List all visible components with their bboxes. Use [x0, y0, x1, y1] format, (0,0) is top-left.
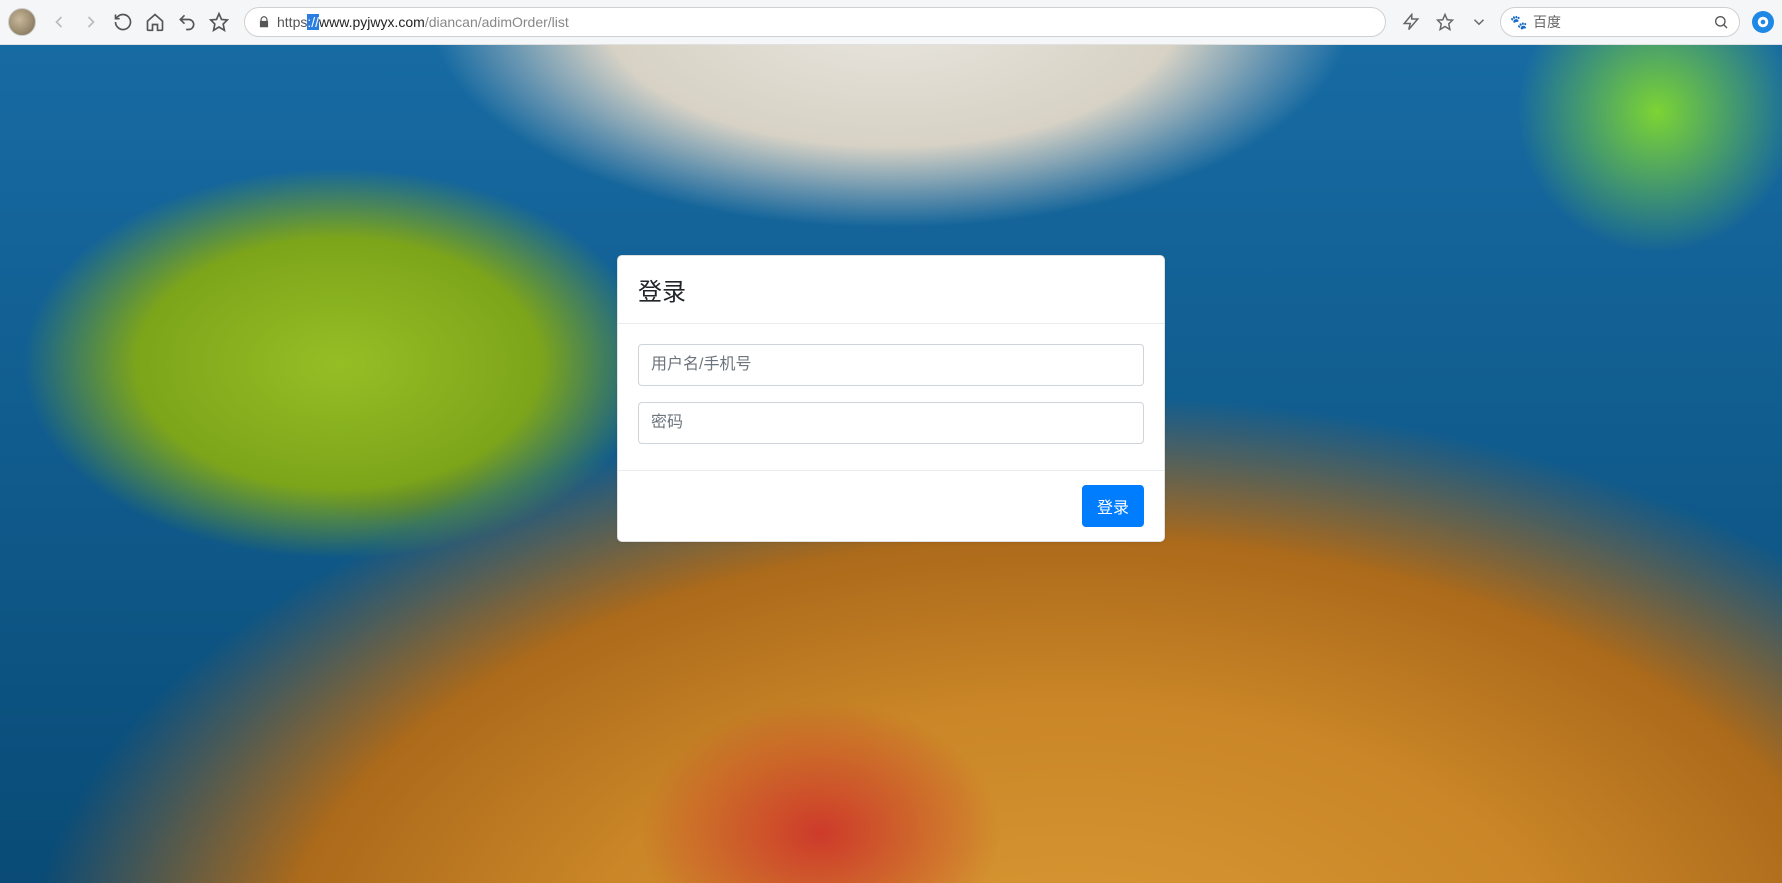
extension-icon: [1756, 15, 1770, 29]
chevron-down-icon: [1470, 13, 1488, 31]
url-host: www.pyjwyx.com: [319, 14, 425, 30]
back-button[interactable]: [48, 11, 70, 33]
browser-toolbar: https://www.pyjwyx.com/diancan/adimOrder…: [0, 0, 1782, 45]
flash-button[interactable]: [1400, 11, 1422, 33]
bookmark-button[interactable]: [208, 11, 230, 33]
profile-avatar[interactable]: [8, 8, 36, 36]
arrow-right-icon: [81, 12, 101, 32]
home-button[interactable]: [144, 11, 166, 33]
url-selection: ://: [307, 14, 319, 30]
username-input[interactable]: [638, 344, 1144, 386]
login-card-body: [618, 324, 1164, 470]
right-icon-group: [1400, 11, 1490, 33]
nav-icon-group: [48, 11, 230, 33]
star-outline-icon: [1436, 13, 1454, 31]
bolt-icon: [1402, 13, 1420, 31]
search-engine-box[interactable]: 🐾 百度: [1500, 7, 1740, 37]
login-title: 登录: [638, 272, 1144, 307]
forward-button[interactable]: [80, 11, 102, 33]
lock-icon: [257, 15, 271, 29]
page-body: 登录 登录: [0, 45, 1782, 883]
star-icon: [209, 12, 229, 32]
address-bar[interactable]: https://www.pyjwyx.com/diancan/adimOrder…: [244, 7, 1386, 37]
search-icon: [1713, 14, 1729, 30]
dropdown-button[interactable]: [1468, 11, 1490, 33]
login-card: 登录 登录: [617, 255, 1165, 542]
url-path: /diancan/adimOrder/list: [425, 14, 569, 30]
favorite-button[interactable]: [1434, 11, 1456, 33]
password-input[interactable]: [638, 402, 1144, 444]
extension-button[interactable]: [1752, 11, 1774, 33]
url-text: https://www.pyjwyx.com/diancan/adimOrder…: [277, 14, 569, 30]
baidu-icon: 🐾: [1511, 14, 1527, 30]
url-scheme: https: [277, 14, 307, 30]
reload-icon: [113, 12, 133, 32]
undo-icon: [177, 12, 197, 32]
login-card-header: 登录: [618, 256, 1164, 324]
login-card-footer: 登录: [618, 470, 1164, 541]
reload-button[interactable]: [112, 11, 134, 33]
arrow-left-icon: [49, 12, 69, 32]
login-submit-button[interactable]: 登录: [1082, 485, 1144, 527]
search-engine-label: 百度: [1533, 12, 1707, 32]
home-icon: [145, 12, 165, 32]
undo-button[interactable]: [176, 11, 198, 33]
